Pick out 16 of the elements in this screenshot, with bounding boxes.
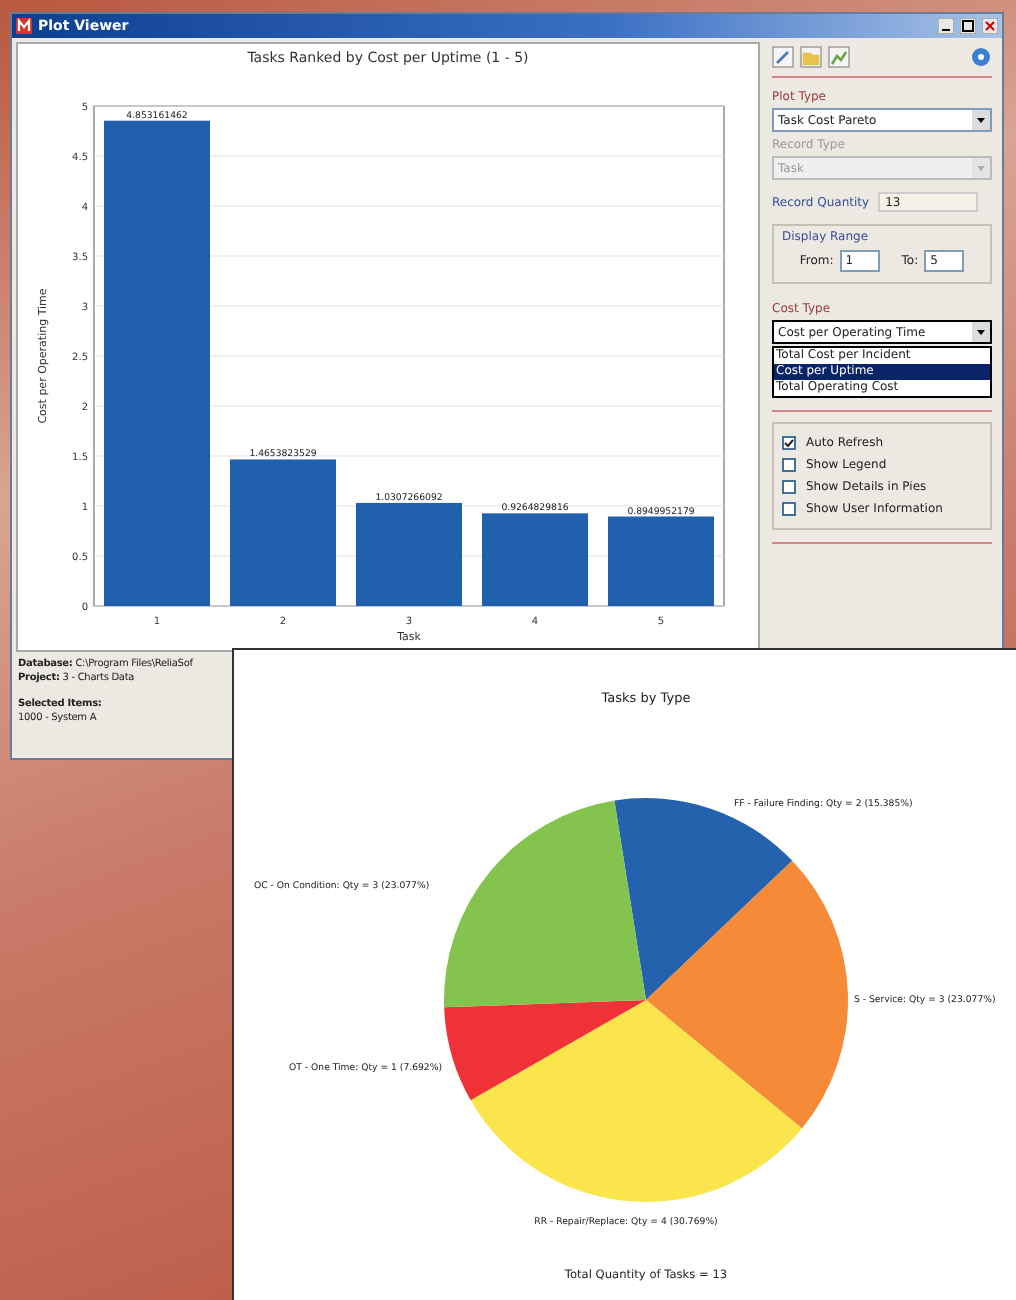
- bar: [356, 502, 462, 606]
- app-logo-icon: [16, 18, 32, 34]
- chart-icon[interactable]: [828, 46, 850, 68]
- caret-icon: [972, 110, 990, 130]
- close-icon[interactable]: [982, 18, 998, 34]
- maximize-icon[interactable]: [960, 18, 976, 34]
- checkbox[interactable]: [782, 436, 796, 450]
- bar: [608, 516, 714, 606]
- checkbox[interactable]: [782, 458, 796, 472]
- caret-icon: [972, 322, 990, 342]
- edit-icon[interactable]: [772, 46, 794, 68]
- minimize-icon[interactable]: [938, 18, 954, 34]
- caret-icon: [972, 158, 990, 178]
- checkbox[interactable]: [782, 502, 796, 516]
- checkbox[interactable]: [782, 480, 796, 494]
- bar: [482, 513, 588, 606]
